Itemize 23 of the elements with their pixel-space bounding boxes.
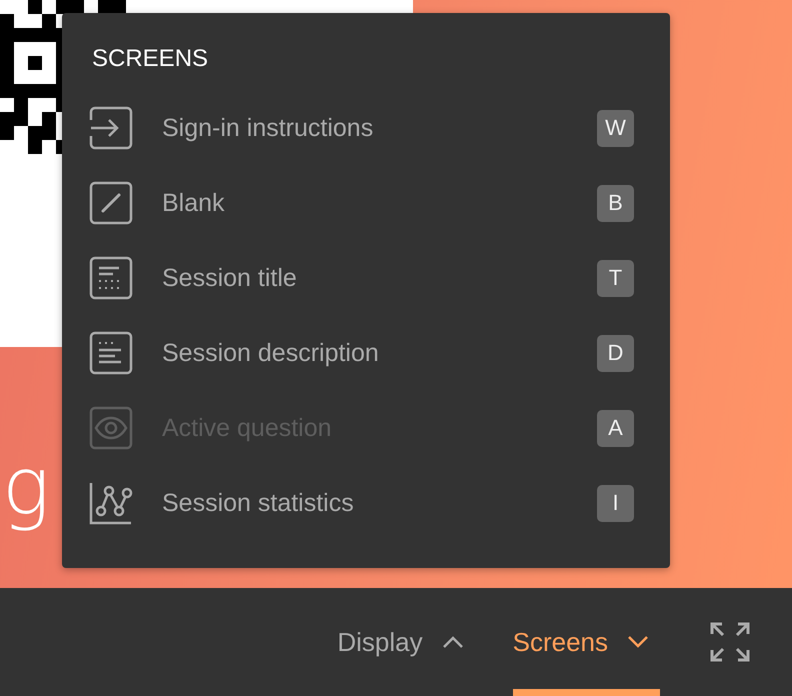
toolbar-tab[interactable]: Display [337,588,465,696]
description-text-icon [89,331,133,375]
shortcut-key: T [597,260,634,296]
slide-text: g [2,440,48,533]
caret-icon [626,634,650,650]
sign-in-icon [89,106,133,150]
shortcut-key: A [597,410,634,446]
shortcut-key: I [597,484,634,522]
fullscreen-icon[interactable] [710,622,750,662]
menu-item[interactable]: Sign-in instructions W [89,107,634,149]
shortcut-key: B [597,184,634,222]
chart-icon [89,481,133,525]
shortcut-key: W [597,110,634,146]
menu-item[interactable]: Session statistics I [89,482,634,524]
menu-title: SCREENS [92,44,210,74]
caret-icon [440,634,465,650]
title-text-icon [89,256,133,300]
eye-icon [89,406,133,450]
menu-item[interactable]: Session description D [89,332,634,374]
menu-item[interactable]: Session title T [89,257,634,299]
shortcut-key: D [597,334,634,372]
slash-square-icon [89,181,133,225]
menu-item[interactable]: Blank B [89,182,634,224]
